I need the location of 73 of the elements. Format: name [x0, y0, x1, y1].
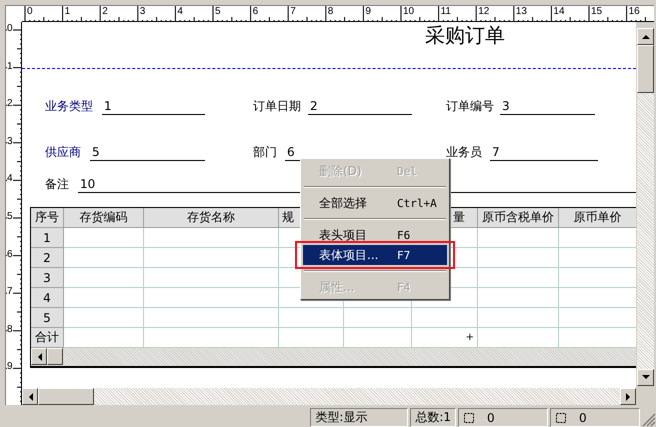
- status-text: 0: [579, 410, 587, 424]
- ruler-number: 1: [64, 6, 70, 17]
- field-label: 部门: [253, 144, 277, 160]
- field-label: 业务员: [446, 144, 482, 160]
- ruler-number: 11: [440, 6, 451, 17]
- column-header: 存货名称: [144, 208, 279, 228]
- ruler-number: 4: [177, 6, 183, 17]
- form-title: 采购订单: [425, 23, 505, 47]
- ruler-number: 3: [7, 136, 13, 147]
- ruler-number: 10: [403, 6, 414, 17]
- field-label: 备注: [45, 176, 69, 192]
- column-header: 原币含税单价: [478, 208, 559, 228]
- table-cell: [344, 308, 412, 328]
- scroll-thumb[interactable]: [38, 388, 94, 405]
- ruler-number: 9: [7, 361, 13, 372]
- ruler-number: 8: [328, 6, 334, 17]
- row-number: 5: [31, 308, 64, 328]
- field-label: 业务类型: [45, 98, 93, 114]
- column-header: 存货编码: [64, 208, 144, 228]
- up-arrow-icon: [642, 34, 650, 39]
- menu-item[interactable]: 表头项目 F6: [303, 225, 447, 245]
- field-value[interactable]: 7: [490, 144, 598, 161]
- field-value[interactable]: 5: [90, 144, 205, 161]
- table-cell: [412, 308, 478, 328]
- down-arrow-icon: [642, 375, 650, 380]
- ruler-number: 14: [553, 6, 565, 17]
- row-number: 1: [31, 228, 64, 248]
- row-number: 4: [31, 288, 64, 308]
- field-label: 订单编号: [446, 98, 494, 114]
- ruler-number: 12: [478, 6, 490, 17]
- scroll-thumb[interactable]: [637, 45, 654, 93]
- resize-grip-icon[interactable]: [640, 411, 656, 427]
- scroll-thumb[interactable]: [47, 348, 63, 365]
- scroll-right-button[interactable]: [620, 388, 636, 405]
- ruler-number: 15: [591, 6, 602, 17]
- status-text: 总数:1: [415, 409, 451, 426]
- total-label: 合计: [31, 328, 64, 348]
- ruler-number: 5: [7, 211, 13, 222]
- ruler-number: 6: [7, 248, 13, 260]
- ruler-number: 9: [365, 6, 371, 17]
- ruler-number: 2: [102, 6, 108, 17]
- ruler-number: 6: [252, 6, 258, 17]
- menu-item[interactable]: 表体项目... F7: [303, 245, 447, 265]
- table-cell: [279, 308, 344, 328]
- row-number: 3: [31, 268, 64, 288]
- field-value[interactable]: 2: [308, 98, 412, 115]
- scroll-left-button[interactable]: [31, 348, 47, 365]
- status-text: 类型:显示: [315, 409, 368, 426]
- ruler-number: 8: [7, 324, 13, 335]
- ruler-number: 7: [290, 6, 296, 17]
- field-label: 供应商: [45, 144, 81, 160]
- ruler-number: 0: [7, 23, 13, 34]
- selection-icon: [463, 412, 475, 424]
- row-number: 2: [31, 248, 64, 268]
- left-arrow-icon: [28, 392, 32, 400]
- scroll-left-button[interactable]: [22, 388, 38, 405]
- scroll-down-button[interactable]: [637, 369, 654, 386]
- field-value[interactable]: 1: [102, 98, 205, 115]
- field-label: 订单日期: [253, 98, 301, 114]
- ruler-number: 16: [628, 6, 640, 17]
- selection-icon: [555, 412, 567, 424]
- column-header: 序号: [31, 208, 64, 228]
- column-header: 原币单价: [559, 208, 636, 228]
- status-text: 0: [487, 410, 495, 424]
- ruler-number: 3: [140, 6, 146, 17]
- scroll-up-button[interactable]: [637, 28, 654, 45]
- ruler-number: 0: [27, 6, 33, 17]
- ruler-number: 13: [516, 6, 527, 17]
- field-value[interactable]: 3: [500, 98, 595, 115]
- left-arrow-icon: [36, 352, 42, 360]
- ruler-number: 5: [215, 6, 221, 17]
- ruler-number: 1: [7, 60, 13, 72]
- right-arrow-icon: [626, 392, 630, 400]
